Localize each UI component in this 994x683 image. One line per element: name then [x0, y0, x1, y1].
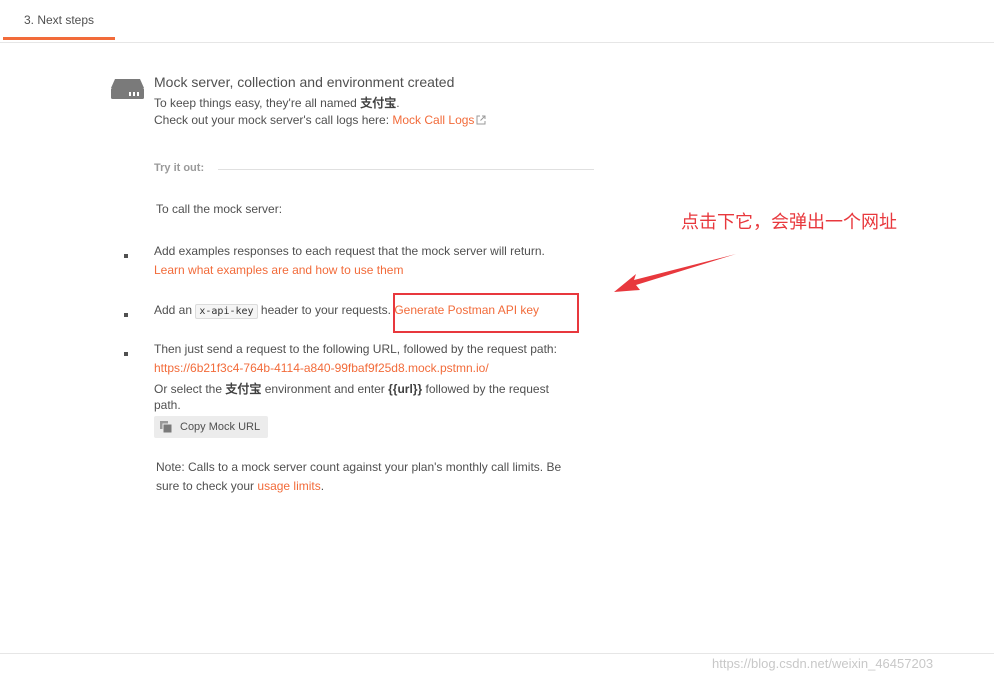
annotation-text: 点击下它，会弹出一个网址: [681, 212, 897, 232]
server-icon: [111, 79, 144, 99]
collection-name: 支付宝: [360, 96, 397, 110]
url-variable: {{url}}: [388, 382, 423, 396]
api-key-header-code: x-api-key: [195, 304, 258, 319]
intro-text: To call the mock server:: [156, 202, 283, 216]
mock-url-link[interactable]: https://6b21f3c4-764b-4114-a840-99fbaf9f…: [154, 361, 489, 375]
learn-examples-link[interactable]: Learn what examples are and how to use t…: [154, 263, 403, 277]
watermark: https://blog.csdn.net/weixin_46457203: [712, 656, 934, 671]
step3-text: Then just send a request to the followin…: [154, 342, 557, 356]
mock-call-logs-link[interactable]: Mock Call Logs: [392, 113, 474, 127]
usage-limits-link[interactable]: usage limits: [257, 479, 320, 493]
copy-mock-url-button[interactable]: Copy Mock URL: [154, 416, 268, 438]
footer-divider: [0, 653, 994, 654]
page-title: Mock server, collection and environment …: [154, 74, 455, 90]
external-link-icon[interactable]: [476, 115, 486, 125]
call-logs-line: Check out your mock server's call logs h…: [154, 113, 486, 127]
annotation-highlight-box: [393, 293, 579, 333]
environment-line: Or select the 支付宝 environment and enter …: [154, 382, 549, 396]
copy-icon: [160, 421, 172, 433]
copy-mock-url-label: Copy Mock URL: [180, 421, 261, 433]
bullet-3: [124, 352, 128, 356]
annotation-arrow-icon: [614, 254, 736, 292]
bullet-2: [124, 313, 128, 317]
collection-name-line: To keep things easy, they're all named 支…: [154, 96, 400, 110]
environment-line-2: path.: [154, 398, 181, 412]
section-divider: [218, 169, 594, 170]
tab-bar: 3. Next steps: [0, 0, 994, 43]
note-line-2: sure to check your usage limits.: [156, 479, 325, 493]
bullet-1: [124, 254, 128, 258]
note-line-1: Note: Calls to a mock server count again…: [156, 460, 562, 474]
environment-name: 支付宝: [225, 382, 262, 396]
try-it-out-label: Try it out:: [154, 162, 205, 174]
tab-next-steps[interactable]: 3. Next steps: [3, 0, 115, 40]
step1-text: Add examples responses to each request t…: [154, 244, 545, 258]
